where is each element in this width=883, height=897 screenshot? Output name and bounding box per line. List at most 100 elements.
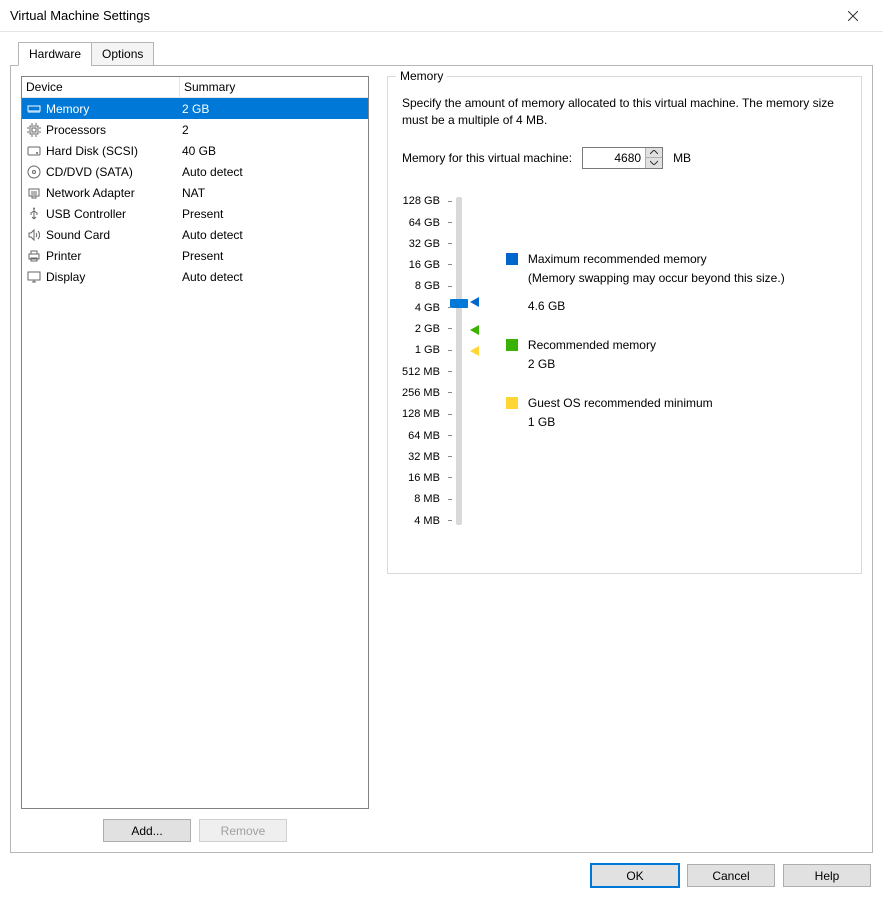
scale-tick — [448, 520, 452, 521]
ok-button[interactable]: OK — [591, 864, 679, 887]
scale-label: 16 GB — [409, 254, 440, 275]
scale-label: 4 MB — [414, 510, 440, 531]
tab-hardware[interactable]: Hardware — [18, 42, 92, 66]
right-panel: Memory Specify the amount of memory allo… — [387, 76, 862, 842]
device-cell: CD/DVD (SATA) — [22, 164, 180, 180]
scale-tick — [448, 264, 452, 265]
device-summary-label: Auto detect — [180, 165, 368, 179]
scale-tick — [448, 350, 452, 351]
swatch-yellow-icon — [506, 397, 518, 409]
scale-label: 128 MB — [402, 404, 440, 425]
help-button[interactable]: Help — [783, 864, 871, 887]
scale-label: 4 GB — [415, 297, 440, 318]
scale-tick — [448, 499, 452, 500]
device-row-memory[interactable]: Memory 2 GB — [22, 98, 368, 119]
device-row-harddisk[interactable]: Hard Disk (SCSI)40 GB — [22, 140, 368, 161]
legend-max-sub: (Memory swapping may occur beyond this s… — [528, 271, 785, 285]
swatch-green-icon — [506, 339, 518, 351]
scale-tick — [448, 456, 452, 457]
column-header-summary[interactable]: Summary — [180, 77, 368, 97]
device-cell: Sound Card — [22, 227, 180, 243]
legend-minimum: Guest OS recommended minimum — [506, 395, 785, 411]
close-icon — [848, 11, 858, 21]
spinner-down[interactable] — [646, 158, 662, 168]
chevron-up-icon — [650, 150, 658, 155]
cpu-icon — [26, 122, 42, 138]
scale-tick — [448, 435, 452, 436]
window-title: Virtual Machine Settings — [10, 8, 833, 23]
cancel-button[interactable]: Cancel — [687, 864, 775, 887]
scale-label: 32 GB — [409, 233, 440, 254]
legend-recommended: Recommended memory — [506, 337, 785, 353]
device-summary-label: 2 GB — [180, 102, 368, 116]
device-row-cddvd[interactable]: CD/DVD (SATA) Auto detect — [22, 161, 368, 182]
device-row-display[interactable]: DisplayAuto detect — [22, 266, 368, 287]
add-button[interactable]: Add... — [103, 819, 191, 842]
device-summary-label: Present — [180, 207, 368, 221]
scale-label: 256 MB — [402, 382, 440, 403]
legend-min-label: Guest OS recommended minimum — [528, 395, 713, 411]
network-icon — [26, 185, 42, 201]
scale-tick — [448, 222, 452, 223]
memory-slider[interactable]: 128 GB64 GB32 GB16 GB8 GB4 GB2 GB1 GB512… — [402, 191, 476, 532]
marker-recommended — [470, 325, 479, 335]
device-name-label: USB Controller — [46, 207, 126, 221]
device-cell: USB Controller — [22, 206, 180, 222]
device-summary-label: Auto detect — [180, 270, 368, 284]
memory-input-row: Memory for this virtual machine: MB — [402, 147, 847, 169]
device-summary-label: 40 GB — [180, 144, 368, 158]
legend-min-value: 1 GB — [528, 415, 785, 429]
device-row-processors[interactable]: Processors 2 — [22, 119, 368, 140]
tab-options[interactable]: Options — [91, 42, 154, 66]
device-row-network[interactable]: Network Adapter NAT — [22, 182, 368, 203]
remove-button[interactable]: Remove — [199, 819, 287, 842]
tab-panel-hardware: Device Summary Memory2 GBProcessors2Hard… — [10, 65, 873, 853]
device-row-printer[interactable]: Printer Present — [22, 245, 368, 266]
device-name-label: Network Adapter — [46, 186, 135, 200]
device-name-label: CD/DVD (SATA) — [46, 165, 133, 179]
device-summary-label: Present — [180, 249, 368, 263]
device-row-usb[interactable]: USB Controller Present — [22, 203, 368, 224]
memory-icon — [26, 101, 42, 117]
swatch-blue-icon — [506, 253, 518, 265]
legend-rec-value: 2 GB — [528, 357, 785, 371]
scale-label: 32 MB — [408, 446, 440, 467]
slider-rail — [456, 197, 462, 525]
scale-label: 8 MB — [414, 489, 440, 510]
sound-icon — [26, 227, 42, 243]
display-icon — [26, 269, 42, 285]
scale-tick — [448, 414, 452, 415]
device-cell: Hard Disk (SCSI) — [22, 143, 180, 159]
disk-icon — [26, 143, 42, 159]
scale-label: 64 GB — [409, 212, 440, 233]
title-bar: Virtual Machine Settings — [0, 0, 883, 32]
memory-input[interactable] — [583, 148, 645, 168]
device-summary-label: NAT — [180, 186, 368, 200]
device-name-label: Memory — [46, 102, 89, 116]
scale-tick — [448, 307, 452, 308]
device-rows: Memory2 GBProcessors2Hard Disk (SCSI)40 … — [22, 98, 368, 287]
slider-thumb[interactable] — [450, 299, 468, 308]
marker-minimum — [470, 346, 479, 356]
memory-input-label: Memory for this virtual machine: — [402, 151, 572, 165]
device-summary-label: Auto detect — [180, 228, 368, 242]
scale-label: 64 MB — [408, 425, 440, 446]
dialog-body: Hardware Options Device Summary Memory 2 … — [0, 32, 883, 853]
legend-rec-label: Recommended memory — [528, 337, 656, 353]
device-row-sound[interactable]: Sound CardAuto detect — [22, 224, 368, 245]
scale-tick — [448, 286, 452, 287]
scale-track[interactable] — [448, 191, 476, 531]
close-button[interactable] — [833, 0, 873, 32]
legend-max-label: Maximum recommended memory — [528, 251, 707, 267]
column-header-device[interactable]: Device — [22, 77, 180, 97]
device-name-label: Processors — [46, 123, 106, 137]
device-cell: Processors — [22, 122, 180, 138]
scale-label: 2 GB — [415, 318, 440, 339]
memory-slider-area: 128 GB64 GB32 GB16 GB8 GB4 GB2 GB1 GB512… — [402, 191, 847, 532]
scale-tick — [448, 328, 452, 329]
marker-max — [470, 297, 479, 307]
device-name-label: Printer — [46, 249, 81, 263]
device-cell: Network Adapter — [22, 185, 180, 201]
spinner-up[interactable] — [646, 148, 662, 158]
device-summary-label: 2 — [180, 123, 368, 137]
